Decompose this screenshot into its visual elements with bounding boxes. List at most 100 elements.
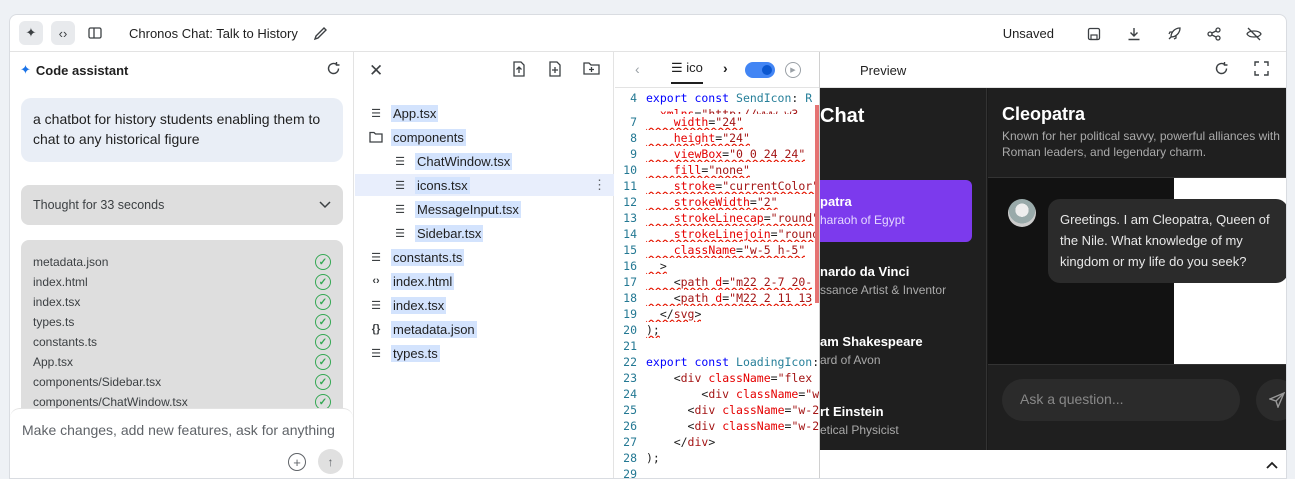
tree-item-chatwindow[interactable]: ☰ ChatWindow.tsx [393,150,513,172]
figure-item[interactable]: nardo da Vinci ssance Artist & Inventor [820,264,986,297]
code-lines-icon: ☰ [395,203,405,216]
tree-item-index-tsx[interactable]: ☰ index.tsx [369,294,447,316]
tree-item-metadata[interactable]: {} metadata.json [369,318,477,340]
preview-title: Preview [860,63,907,78]
play-icon[interactable]: ▶ [785,62,801,78]
active-figure-name: Cleopatra [1002,104,1086,124]
tree-item-messageinput[interactable]: ☰ MessageInput.tsx [393,198,521,220]
html-tag-icon: ‹› [372,275,380,287]
editor-tab-bar: ‹ ☰ ico › ▶ [615,52,819,88]
question-input[interactable]: Ask a question... [1002,379,1240,421]
tree-item-types[interactable]: ☰ types.ts [369,342,440,364]
code-lines-icon: ☰ [395,155,405,168]
preview-app: Chat patra haraoh of Egypt nardo da Vinc… [820,88,1286,450]
code-lines-icon: ☰ [395,227,405,240]
avatar [1008,199,1036,227]
tree-item-app-tsx[interactable]: ☰ App.tsx [369,102,439,124]
app-window: ✦ ‹› Chronos Chat: Talk to History Unsav… [9,14,1287,479]
assistant-input-placeholder: Make changes, add new features, ask for … [22,422,335,438]
tree-item-index-html[interactable]: ‹› index.html [369,270,455,292]
thought-label: Thought for 33 seconds [33,198,165,212]
thought-disclosure[interactable]: Thought for 33 seconds [21,185,343,225]
list-item: types.ts ✓ [33,312,331,332]
save-icon[interactable] [1074,15,1114,52]
file-explorer-toolbar: ✕ [355,52,613,88]
tree-item-constants[interactable]: ☰ constants.ts [369,246,465,268]
chevron-left-icon[interactable]: ‹ [635,61,640,77]
user-prompt-bubble: a chatbot for history students enabling … [21,98,343,162]
sparkle-icon: ✦ [20,62,31,77]
chevron-up-icon[interactable] [1266,456,1278,474]
tree-item-components[interactable]: components [369,126,466,148]
assistant-input[interactable]: Make changes, add new features, ask for … [10,408,353,478]
chevron-right-icon[interactable]: › [723,60,728,76]
layout-toggle-icon[interactable] [83,21,107,45]
chat-header: Cleopatra Known for her political savvy,… [988,88,1286,178]
chat-composer: Ask a question... [988,364,1286,450]
check-circle-icon: ✓ [315,374,331,390]
preview-panel: Preview Chat patra haraoh of Egypt nardo… [820,52,1286,478]
top-bar: ✦ ‹› Chronos Chat: Talk to History Unsav… [10,15,1286,52]
add-attachment-icon[interactable]: + [288,453,306,471]
new-file-icon[interactable] [548,61,562,82]
code-lines[interactable]: 4 export const SendIcon: R xmlns="http://… [615,90,819,478]
download-icon[interactable] [1114,15,1154,52]
figure-item[interactable]: am Shakespeare ard of Avon [820,334,986,367]
json-braces-icon: {} [371,323,381,335]
figure-sidebar: Chat patra haraoh of Egypt nardo da Vinc… [820,88,987,450]
active-figure-desc: Known for her political savvy, powerful … [1002,129,1280,159]
check-circle-icon: ✓ [315,334,331,350]
refresh-icon[interactable] [326,61,341,81]
close-icon[interactable]: ✕ [369,61,383,81]
assistant-title: Code assistant [35,62,129,78]
chat-messages: Greetings. I am Cleopatra, Queen of the … [988,178,1286,364]
code-lines-icon: ☰ [371,347,381,360]
list-item: components/Sidebar.tsx ✓ [33,372,331,392]
list-item: index.tsx ✓ [33,292,331,312]
check-circle-icon: ✓ [315,294,331,310]
send-icon[interactable] [1256,379,1286,421]
code-assistant-panel: ✦ Code assistant a chatbot for history s… [10,52,354,478]
share-icon[interactable] [1194,15,1234,52]
list-item: index.html ✓ [33,272,331,292]
app-title: Chronos Chat: Talk to History [129,25,298,41]
deploy-rocket-icon[interactable] [1154,15,1194,52]
file-explorer: ✕ ☰ App.tsx components ☰ ChatWindow.tsx ☰ i… [355,52,614,478]
new-folder-icon[interactable] [583,61,600,80]
more-vert-icon[interactable]: ⋮ [593,177,606,193]
fullscreen-icon[interactable] [1254,61,1269,81]
check-circle-icon: ✓ [315,314,331,330]
figure-item-active[interactable]: patra haraoh of Egypt [820,180,972,242]
chevron-down-icon [319,198,331,212]
tree-item-sidebar[interactable]: ☰ Sidebar.tsx [393,222,484,244]
check-circle-icon: ✓ [315,354,331,370]
list-item: metadata.json ✓ [33,252,331,272]
send-arrow-icon[interactable]: ↑ [318,449,343,474]
code-lines-icon: ☰ [371,299,381,312]
figure-item[interactable]: rt Einstein etical Physicist [820,404,986,437]
assistant-header: ✦ Code assistant [10,52,353,88]
assistant-message: Greetings. I am Cleopatra, Queen of the … [1048,199,1286,283]
preview-footer [820,450,1286,478]
editor-toggle[interactable] [745,62,775,78]
sidebar-title: Chat [820,105,865,127]
list-item: constants.ts ✓ [33,332,331,352]
preview-header: Preview [820,52,1286,88]
code-icon[interactable]: ‹› [51,21,75,45]
edit-pencil-icon[interactable] [312,24,330,42]
sparkle-icon[interactable]: ✦ [19,21,43,45]
code-lines-icon: ☰ [371,251,381,264]
tree-item-icons-selected[interactable]: ☰ icons.tsx ⋮ [355,174,614,196]
check-circle-icon: ✓ [315,274,331,290]
unsaved-status: Unsaved [1002,26,1054,41]
check-circle-icon: ✓ [315,254,331,270]
code-lines-icon: ☰ [395,179,405,192]
folder-icon [369,130,383,144]
editor-tab[interactable]: ☰ ico [671,60,703,84]
refresh-icon[interactable] [1214,61,1229,81]
visibility-off-icon[interactable] [1234,15,1274,52]
code-editor: ‹ ☰ ico › ▶ 4 export const SendIcon: R xm… [615,52,820,478]
code-lines-icon: ☰ [371,107,381,120]
list-item: App.tsx ✓ [33,352,331,372]
upload-file-icon[interactable] [512,61,526,82]
